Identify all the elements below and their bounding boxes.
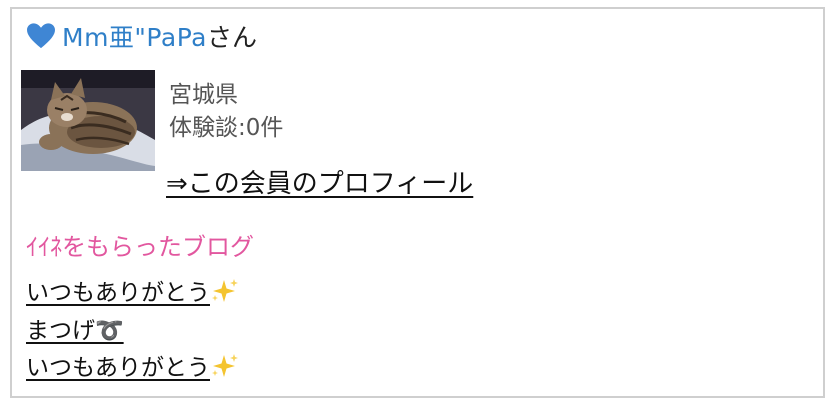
blog-link-1-text: いつもありがとう bbox=[26, 280, 210, 306]
prefecture: 宮城県 bbox=[169, 82, 238, 108]
blog-link-1[interactable]: いつもありがとう bbox=[26, 273, 238, 307]
heart-icon bbox=[27, 23, 55, 49]
cat-photo bbox=[21, 70, 155, 171]
blog-link-3[interactable]: いつもありがとう bbox=[26, 348, 238, 382]
member-name[interactable]: Mm亜"PaPa bbox=[62, 18, 207, 54]
member-info: 宮城県 体験談:0件 bbox=[169, 79, 283, 145]
profile-link[interactable]: ⇒この会員のプロフィール bbox=[166, 163, 473, 200]
sparkles-icon bbox=[212, 279, 238, 302]
blog-link-3-text: いつもありがとう bbox=[26, 355, 210, 381]
member-header: Mm亜"PaPa さん bbox=[26, 19, 257, 53]
liked-blogs-title: ｲｲﾈをもらったブログ bbox=[26, 233, 254, 261]
avatar[interactable] bbox=[21, 70, 155, 171]
member-card: Mm亜"PaPa さん 宮城県 体験談:0件 ⇒この会員のプロフィール ｲｲﾈをも… bbox=[10, 7, 825, 398]
stories-count: 体験談:0件 bbox=[169, 115, 284, 141]
blog-link-2-text: まつげ➰ bbox=[26, 318, 124, 344]
member-honorific: さん bbox=[206, 23, 257, 52]
sparkles-icon bbox=[212, 354, 238, 377]
blog-link-2[interactable]: まつげ➰ bbox=[26, 311, 124, 345]
